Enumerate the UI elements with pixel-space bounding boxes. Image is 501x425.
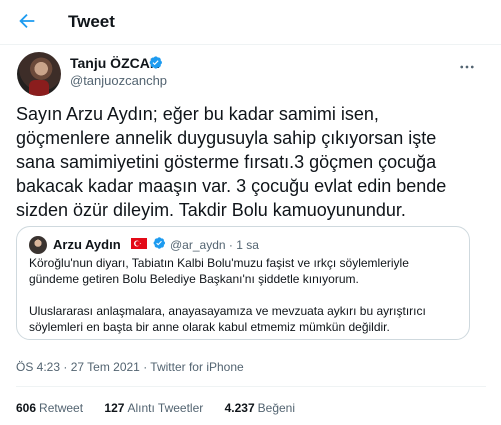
back-arrow-icon[interactable] [16,10,40,34]
quoted-author-avatar [29,236,47,254]
more-options-icon[interactable] [458,58,478,74]
tweet-text: Sayın Arzu Aydın; eğer bu kadar samimi i… [16,104,447,220]
retweets-stat[interactable]: 606 Retweet [16,401,83,415]
quoted-paragraph-1: Köroğlu'nun diyarı, Tabiatın Kalbi Bolu'… [29,256,409,286]
verified-badge-icon [148,55,163,70]
author-name[interactable]: Tanju ÖZCAN [70,55,160,71]
verified-badge-icon [152,236,166,250]
page-title: Tweet [68,12,115,31]
likes-label: Beğeni [257,401,296,415]
author-avatar[interactable] [17,52,61,96]
quotes-stat[interactable]: 127 Alıntı Tweetler [104,401,203,415]
quoted-tweet[interactable]: Arzu Aydın @ar_aydn · 1 sa Köroğlu'nun d… [16,226,470,340]
quoted-author-name: Arzu Aydın [53,237,121,252]
tweet-timestamp[interactable]: ÖS 4:23 · 27 Tem 2021 · Twitter for iPho… [16,360,244,374]
quoted-handle-time: @ar_aydn · 1 sa [170,238,259,252]
likes-stat[interactable]: 4.237 Beğeni [225,401,295,415]
quoted-tweet-text: Köroğlu'nun diyarı, Tabiatın Kalbi Bolu'… [29,255,459,351]
author-handle[interactable]: @tanjuozcanchp [70,73,167,88]
top-bar: Tweet [0,0,501,45]
retweets-count: 606 [16,401,37,415]
retweets-label: Retweet [39,401,84,415]
tweet-stats: 606 Retweet 127 Alıntı Tweetler 4.237 Beğen… [16,401,313,415]
divider [16,386,486,387]
quotes-label: Alıntı Tweetler [127,401,204,415]
quoted-paragraph-2: Uluslararası anlaşmalara, anayasayamıza … [29,304,426,334]
quotes-count: 127 [104,401,125,415]
likes-count: 4.237 [224,401,255,415]
turkish-flag-icon [131,238,147,249]
